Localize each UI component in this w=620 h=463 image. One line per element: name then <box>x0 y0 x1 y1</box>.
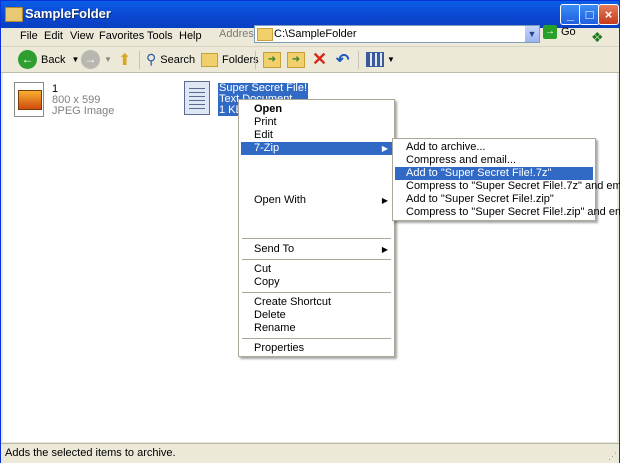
forward-arrow-icon: → <box>81 50 100 69</box>
submenu-add-7z[interactable]: Add to "Super Secret File!.7z" <box>395 167 593 180</box>
menu-file[interactable]: File <box>20 30 38 42</box>
delete-x-icon: ✕ <box>312 49 328 69</box>
folders-button[interactable]: Folders <box>201 49 259 70</box>
views-button[interactable]: ▼ <box>366 49 395 70</box>
forward-button[interactable]: → ▼ <box>81 49 112 70</box>
address-dropdown-icon[interactable]: ▼ <box>525 26 539 42</box>
undo-icon: ↶ <box>336 51 350 69</box>
toolbar-divider <box>358 51 359 69</box>
toolbar-divider <box>139 51 140 69</box>
menu-separator <box>242 292 391 293</box>
menu-separator <box>242 238 391 239</box>
7zip-submenu: Add to archive... Compress and email... … <box>392 138 620 221</box>
windows-logo-icon: ❖ <box>591 29 604 45</box>
menu-separator <box>242 338 391 339</box>
status-text: Adds the selected items to archive. <box>5 447 176 459</box>
back-dropdown-icon[interactable]: ▼ <box>71 55 79 64</box>
title-bar[interactable]: SampleFolder _ □ × <box>1 1 619 28</box>
menu-favorites[interactable]: Favorites <box>99 30 144 42</box>
search-icon: ⚲ <box>146 51 157 67</box>
move-to-button[interactable]: ➜ <box>263 49 281 70</box>
delete-button[interactable]: ✕ <box>312 49 327 70</box>
menu-item-7zip[interactable]: 7-Zip ▶ <box>241 142 392 155</box>
menu-item-open[interactable]: Open <box>241 103 392 116</box>
jpeg-image-icon <box>14 82 44 117</box>
folders-icon <box>201 52 218 67</box>
submenu-add-zip[interactable]: Add to "Super Secret File!.zip" <box>395 193 593 206</box>
menu-separator <box>242 259 391 260</box>
views-icon <box>366 52 384 67</box>
undo-button[interactable]: ↶ <box>336 49 349 70</box>
go-button[interactable]: → Go <box>543 25 576 39</box>
menu-item-label: 7-Zip <box>254 142 280 154</box>
menu-item-copy[interactable]: Copy <box>241 276 392 289</box>
go-label: Go <box>561 26 576 38</box>
forward-dropdown-icon[interactable]: ▼ <box>104 55 112 64</box>
explorer-window: SampleFolder _ □ × File Edit View Favori… <box>0 0 620 463</box>
menu-item-send-to[interactable]: Send To ▶ <box>241 243 392 256</box>
toolbar: ← Back ▼ → ▼ ⬆ ⚲ Search Folders ➜ ➜ ✕ ↶ … <box>1 47 619 73</box>
resize-grip-icon[interactable]: ⋰ <box>608 451 617 462</box>
folder-icon <box>5 7 23 22</box>
copy-to-icon: ➜ <box>287 51 305 68</box>
folders-label: Folders <box>222 53 259 66</box>
folder-icon <box>257 28 273 41</box>
menu-item-label: Send To <box>254 243 295 255</box>
submenu-compress-7z-email[interactable]: Compress to "Super Secret File!.7z" and … <box>395 180 620 193</box>
menu-item-rename[interactable]: Rename <box>241 322 392 335</box>
go-arrow-icon: → <box>543 25 557 39</box>
search-label: Search <box>160 53 196 66</box>
menu-item-cut[interactable]: Cut <box>241 263 392 276</box>
menu-item-open-with[interactable]: Open With ▶ <box>241 194 392 207</box>
menu-tools[interactable]: Tools <box>147 30 173 42</box>
submenu-add-to-archive[interactable]: Add to archive... <box>395 141 593 154</box>
submenu-arrow-icon: ▶ <box>381 245 388 254</box>
back-label: Back <box>41 53 66 66</box>
submenu-compress-email[interactable]: Compress and email... <box>395 154 593 167</box>
copy-to-button[interactable]: ➜ <box>287 49 305 70</box>
menu-item-create-shortcut[interactable]: Create Shortcut <box>241 296 392 309</box>
menu-view[interactable]: View <box>70 30 94 42</box>
search-button[interactable]: ⚲ Search <box>146 49 195 70</box>
up-folder-button[interactable]: ⬆ <box>118 49 131 70</box>
address-field[interactable]: C:\SampleFolder ▼ <box>254 25 540 43</box>
back-arrow-icon: ← <box>18 50 37 69</box>
move-to-icon: ➜ <box>263 51 281 68</box>
address-path: C:\SampleFolder <box>274 28 357 40</box>
menu-item-delete[interactable]: Delete <box>241 309 392 322</box>
menu-item-label: Open With <box>254 194 306 206</box>
submenu-arrow-icon: ▶ <box>381 144 388 153</box>
views-dropdown-icon[interactable]: ▼ <box>387 55 395 64</box>
up-folder-icon: ⬆ <box>118 51 132 69</box>
menu-edit[interactable]: Edit <box>44 30 63 42</box>
minimize-button[interactable]: _ <box>560 4 581 25</box>
window-title: SampleFolder <box>25 6 111 21</box>
status-bar: Adds the selected items to archive. ⋰ <box>1 443 619 463</box>
back-button[interactable]: ← Back ▼ <box>18 49 79 70</box>
context-menu: Open Print Edit 7-Zip ▶ Open With ▶ Send… <box>238 99 395 357</box>
maximize-button[interactable]: □ <box>579 4 600 25</box>
menu-item-properties[interactable]: Properties <box>241 342 392 355</box>
file-type: JPEG Image <box>52 105 115 117</box>
menu-help[interactable]: Help <box>179 30 202 42</box>
menu-item-edit[interactable]: Edit <box>241 129 392 142</box>
submenu-compress-zip-email[interactable]: Compress to "Super Secret File!.zip" and… <box>395 206 620 219</box>
close-button[interactable]: × <box>598 4 619 25</box>
text-document-icon[interactable] <box>184 81 210 115</box>
submenu-arrow-icon: ▶ <box>381 196 388 205</box>
menu-item-print[interactable]: Print <box>241 116 392 129</box>
toolbar-divider <box>255 51 256 69</box>
